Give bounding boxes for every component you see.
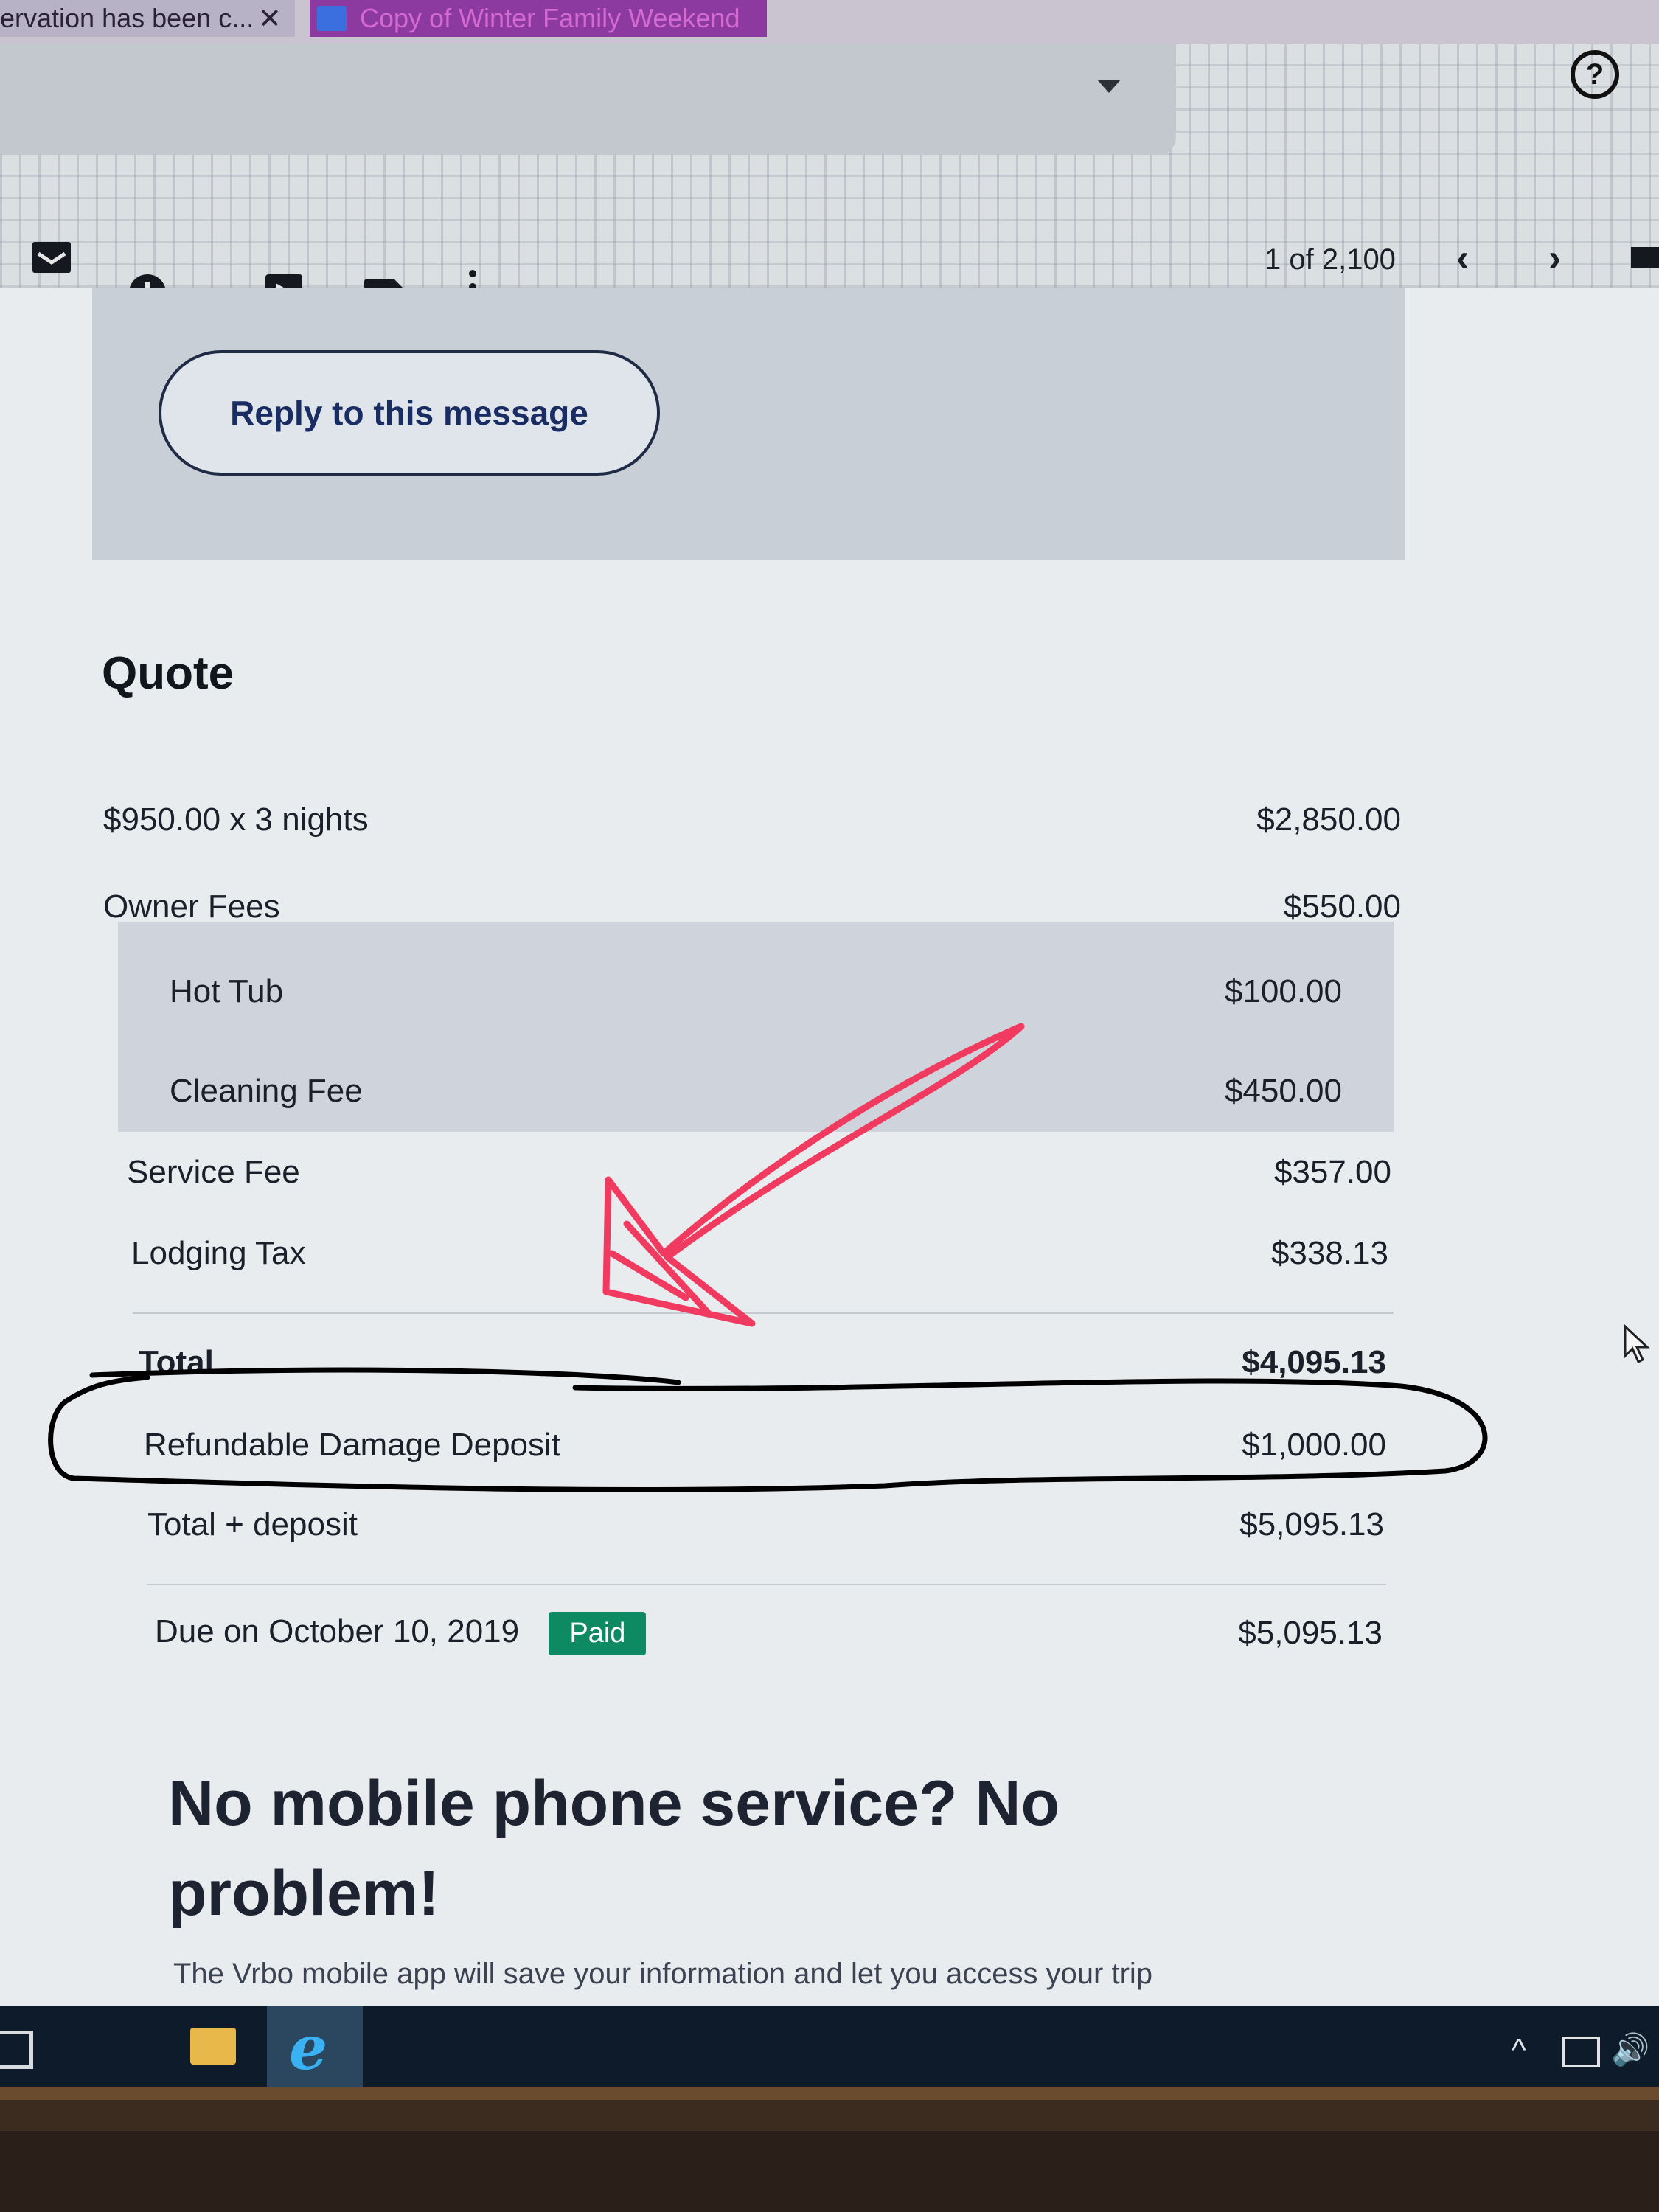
taskbar: e ^ 🔊 (0, 2006, 1659, 2087)
quote-row-nights: $950.00 x 3 nights $2,850.00 (103, 798, 1401, 842)
quote-row-total: Total $4,095.13 (139, 1340, 1386, 1385)
doc-icon (317, 6, 347, 31)
due-group: Due on October 10, 2019 Paid (155, 1611, 647, 1655)
tab-title: ervation has been c... (0, 3, 251, 33)
tab-title: Copy of Winter Family Weekend (360, 3, 740, 33)
task-view-icon[interactable] (0, 2031, 33, 2069)
row-label: Lodging Tax (131, 1235, 306, 1271)
quote-row-service-fee: Service Fee $357.00 (127, 1150, 1391, 1194)
paid-badge: Paid (549, 1611, 647, 1655)
search-bar[interactable] (0, 44, 1176, 155)
monitor-bezel (0, 2087, 1659, 2212)
browser-tab-strip: ervation has been c... ✕ Copy of Winter … (0, 0, 1659, 44)
row-amount: $100.00 (1224, 973, 1342, 1009)
row-amount: $5,095.13 (1238, 1615, 1382, 1651)
pager-count: 1 of 2,100 (1265, 243, 1396, 276)
chevron-up-icon[interactable]: ^ (1512, 2032, 1526, 2067)
chevron-left-icon[interactable]: ‹ (1456, 236, 1469, 280)
row-label: Hot Tub (170, 973, 284, 1009)
divider (147, 1584, 1386, 1585)
row-label: Owner Fees (103, 888, 280, 925)
row-amount: $4,095.13 (1242, 1344, 1386, 1380)
file-explorer-icon[interactable] (190, 2028, 236, 2065)
taskbar-browser[interactable]: e (267, 2006, 363, 2087)
chevron-right-icon[interactable]: › (1548, 236, 1561, 280)
quote-row-cleaning-fee: Cleaning Fee $450.00 (170, 1069, 1342, 1113)
quote-row-due: Due on October 10, 2019 Paid $5,095.13 (155, 1611, 1382, 1655)
row-amount: $550.00 (1283, 888, 1401, 925)
promo-text: The Vrbo mobile app will save your infor… (173, 1958, 1153, 1990)
row-amount: $338.13 (1270, 1235, 1388, 1271)
row-amount: $450.00 (1224, 1073, 1342, 1109)
input-tools-icon[interactable] (1631, 247, 1659, 268)
row-label: Cleaning Fee (170, 1073, 363, 1109)
row-label: $950.00 x 3 nights (103, 801, 369, 838)
divider (133, 1312, 1394, 1314)
promo-title: No mobile phone service? No problem! (168, 1768, 1060, 1929)
reply-button[interactable]: Reply to this message (159, 350, 660, 476)
browser-tab-doc[interactable]: Copy of Winter Family Weekend (310, 0, 767, 37)
close-icon[interactable]: ✕ (258, 2, 282, 35)
search-options-icon[interactable] (1097, 80, 1121, 93)
reply-panel: Reply to this message (92, 288, 1405, 560)
mail-header: ? 1 of 2,100 ‹ › (0, 44, 1659, 311)
row-amount: $2,850.00 (1256, 801, 1401, 838)
quote-row-lodging-tax: Lodging Tax $338.13 (131, 1231, 1388, 1276)
browser-tab-reservation[interactable]: ervation has been c... ✕ (0, 0, 295, 37)
internet-explorer-icon: e (289, 2013, 328, 2084)
mouse-cursor-icon (1624, 1324, 1650, 1364)
quote-row-damage-deposit: Refundable Damage Deposit $1,000.00 (144, 1423, 1386, 1467)
quote-row-hot-tub: Hot Tub $100.00 (170, 970, 1342, 1014)
email-body: Reply to this message Quote $950.00 x 3 … (0, 288, 1659, 2006)
archive-icon[interactable] (31, 237, 72, 274)
row-amount: $357.00 (1273, 1154, 1391, 1190)
row-label: Service Fee (127, 1154, 300, 1190)
network-icon[interactable] (1562, 2037, 1600, 2067)
quote-title: Quote (102, 648, 234, 699)
help-icon[interactable]: ? (1571, 50, 1619, 99)
row-amount: $5,095.13 (1239, 1506, 1384, 1543)
row-label: Total (139, 1344, 214, 1380)
row-amount: $1,000.00 (1242, 1427, 1386, 1463)
row-label: Refundable Damage Deposit (144, 1427, 561, 1463)
quote-row-total-deposit: Total + deposit $5,095.13 (147, 1503, 1384, 1547)
volume-icon[interactable]: 🔊 (1611, 2032, 1649, 2068)
row-label: Total + deposit (147, 1506, 358, 1543)
due-label: Due on October 10, 2019 (155, 1613, 520, 1649)
